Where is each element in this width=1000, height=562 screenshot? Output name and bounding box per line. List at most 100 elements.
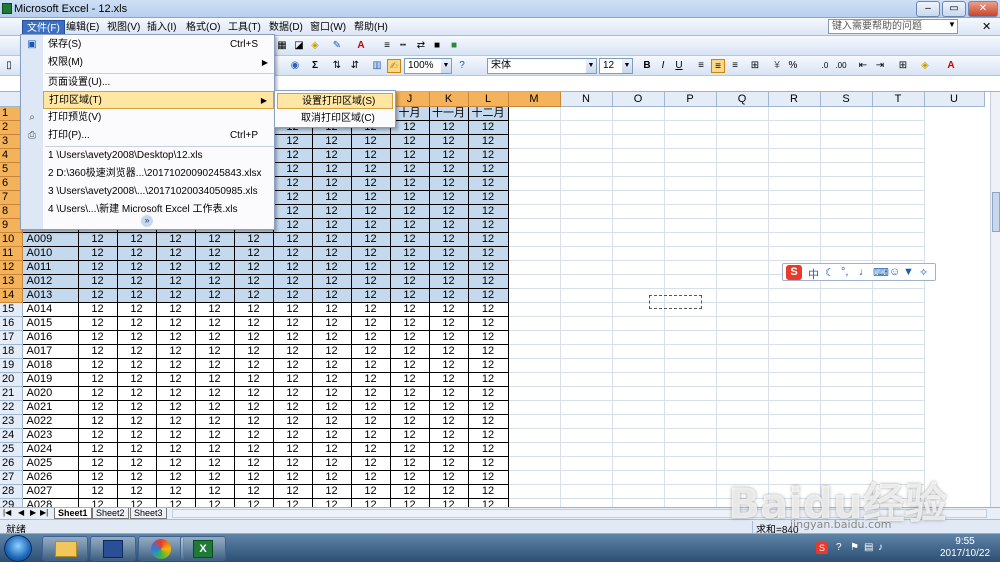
cell[interactable]: 12 — [156, 470, 196, 485]
empty-cell[interactable] — [820, 288, 873, 303]
cell[interactable]: 12 — [468, 162, 509, 177]
empty-cell[interactable] — [716, 344, 769, 359]
row-header[interactable]: 16 — [0, 316, 23, 331]
cell-id[interactable]: A024 — [22, 442, 79, 457]
row-header[interactable]: 11 — [0, 246, 23, 261]
cell[interactable]: 12 — [78, 330, 118, 345]
empty-cell[interactable] — [560, 218, 613, 233]
empty-cell[interactable] — [612, 246, 665, 261]
font-size-dropdown-icon[interactable]: ▼ — [622, 59, 632, 73]
sogou-tray-icon[interactable]: S — [816, 542, 828, 554]
empty-cell[interactable] — [716, 358, 769, 373]
cell[interactable]: 12 — [273, 260, 313, 275]
empty-cell[interactable] — [664, 246, 717, 261]
cell[interactable]: 12 — [312, 498, 352, 507]
zoom-select[interactable]: 100% ▼ — [404, 58, 452, 74]
empty-cell[interactable] — [560, 288, 613, 303]
punct-icon[interactable]: °, — [841, 266, 848, 278]
increase-decimal-icon[interactable]: .0 — [818, 59, 832, 73]
empty-cell[interactable] — [872, 204, 925, 219]
menu-item-clear-print-area[interactable]: 取消打印区域(C) — [277, 111, 393, 127]
cell[interactable]: 12 — [273, 498, 313, 507]
cell-id[interactable]: A013 — [22, 288, 79, 303]
cell[interactable]: 12 — [312, 246, 352, 261]
empty-cell[interactable] — [560, 428, 613, 443]
empty-cell[interactable] — [820, 134, 873, 149]
empty-cell[interactable] — [560, 274, 613, 289]
cell[interactable]: 12 — [468, 484, 509, 499]
cell[interactable]: 12 — [78, 386, 118, 401]
empty-cell[interactable] — [664, 232, 717, 247]
cell-id[interactable]: A015 — [22, 316, 79, 331]
cell[interactable]: 12 — [312, 428, 352, 443]
empty-cell[interactable] — [508, 358, 561, 373]
cell[interactable]: 12 — [390, 232, 430, 247]
cell[interactable]: 12 — [390, 204, 430, 219]
empty-cell[interactable] — [768, 372, 821, 387]
empty-cell[interactable] — [508, 274, 561, 289]
vertical-scroll-thumb[interactable] — [992, 192, 1000, 232]
empty-cell[interactable] — [872, 316, 925, 331]
currency-icon[interactable]: ¥ — [770, 59, 784, 73]
cell[interactable]: 12 — [117, 246, 157, 261]
new-icon[interactable]: ▯ — [2, 59, 16, 73]
cell[interactable]: 12 — [390, 428, 430, 443]
line-style-icon[interactable]: ≡ — [380, 39, 394, 53]
align-right-icon[interactable]: ≡ — [728, 59, 742, 73]
empty-cell[interactable] — [716, 134, 769, 149]
row-header[interactable]: 5 — [0, 162, 23, 177]
font-name-dropdown-icon[interactable]: ▼ — [586, 59, 596, 73]
empty-cell[interactable] — [820, 372, 873, 387]
cell[interactable]: 12 — [312, 442, 352, 457]
cell[interactable]: 12 — [234, 358, 274, 373]
cell[interactable]: 12 — [234, 232, 274, 247]
menu-item-print[interactable]: 打印(P)... Ctrl+P — [43, 127, 274, 145]
cell[interactable]: 12 — [390, 190, 430, 205]
cell-id[interactable]: A028 — [22, 498, 79, 507]
menu-item-save[interactable]: 保存(S) Ctrl+S — [43, 36, 274, 54]
cell[interactable]: 12 — [351, 204, 391, 219]
row-header[interactable]: 26 — [0, 456, 23, 471]
recent-file-2[interactable]: 2 D:\360极速浏览器...\20171020090245843.xlsx — [43, 165, 274, 183]
cell[interactable]: 12 — [273, 414, 313, 429]
dash-style-icon[interactable]: ┅ — [396, 39, 410, 53]
empty-cell[interactable] — [768, 442, 821, 457]
cell[interactable]: 12 — [312, 162, 352, 177]
column-header[interactable]: U — [924, 92, 985, 107]
cell[interactable]: 12 — [78, 246, 118, 261]
close-button[interactable]: ✕ — [968, 1, 998, 17]
cell[interactable]: 12 — [429, 190, 469, 205]
cell[interactable]: 12 — [156, 232, 196, 247]
recent-file-3[interactable]: 3 \Users\avety2008\...\20171020034050985… — [43, 183, 274, 201]
empty-cell[interactable] — [716, 456, 769, 471]
cell[interactable]: 12 — [117, 330, 157, 345]
cell[interactable]: 12 — [351, 218, 391, 233]
cell[interactable]: 12 — [156, 442, 196, 457]
empty-cell[interactable] — [612, 456, 665, 471]
cell[interactable]: 12 — [312, 400, 352, 415]
empty-cell[interactable] — [560, 372, 613, 387]
cell[interactable]: 12 — [312, 274, 352, 289]
cell[interactable]: 12 — [117, 274, 157, 289]
mic-icon[interactable]: ♩ — [859, 266, 870, 278]
cell[interactable]: 12 — [429, 218, 469, 233]
empty-cell[interactable] — [872, 456, 925, 471]
row-header[interactable]: 28 — [0, 484, 23, 499]
cell[interactable]: 12 — [312, 470, 352, 485]
cell[interactable]: 12 — [429, 358, 469, 373]
cell[interactable]: 12 — [234, 400, 274, 415]
empty-cell[interactable] — [560, 442, 613, 457]
cell[interactable]: 12 — [468, 316, 509, 331]
cell[interactable]: 12 — [156, 358, 196, 373]
help-tray-icon[interactable]: ? — [836, 542, 842, 553]
empty-cell[interactable] — [664, 148, 717, 163]
sogou-logo[interactable]: S — [786, 265, 802, 280]
empty-cell[interactable] — [768, 246, 821, 261]
empty-cell[interactable] — [560, 400, 613, 415]
cell[interactable]: 12 — [195, 400, 235, 415]
maximize-button[interactable]: ▭ — [942, 1, 966, 17]
cell[interactable]: 12 — [78, 344, 118, 359]
cell[interactable]: 12 — [156, 344, 196, 359]
empty-cell[interactable] — [716, 190, 769, 205]
empty-cell[interactable] — [612, 162, 665, 177]
